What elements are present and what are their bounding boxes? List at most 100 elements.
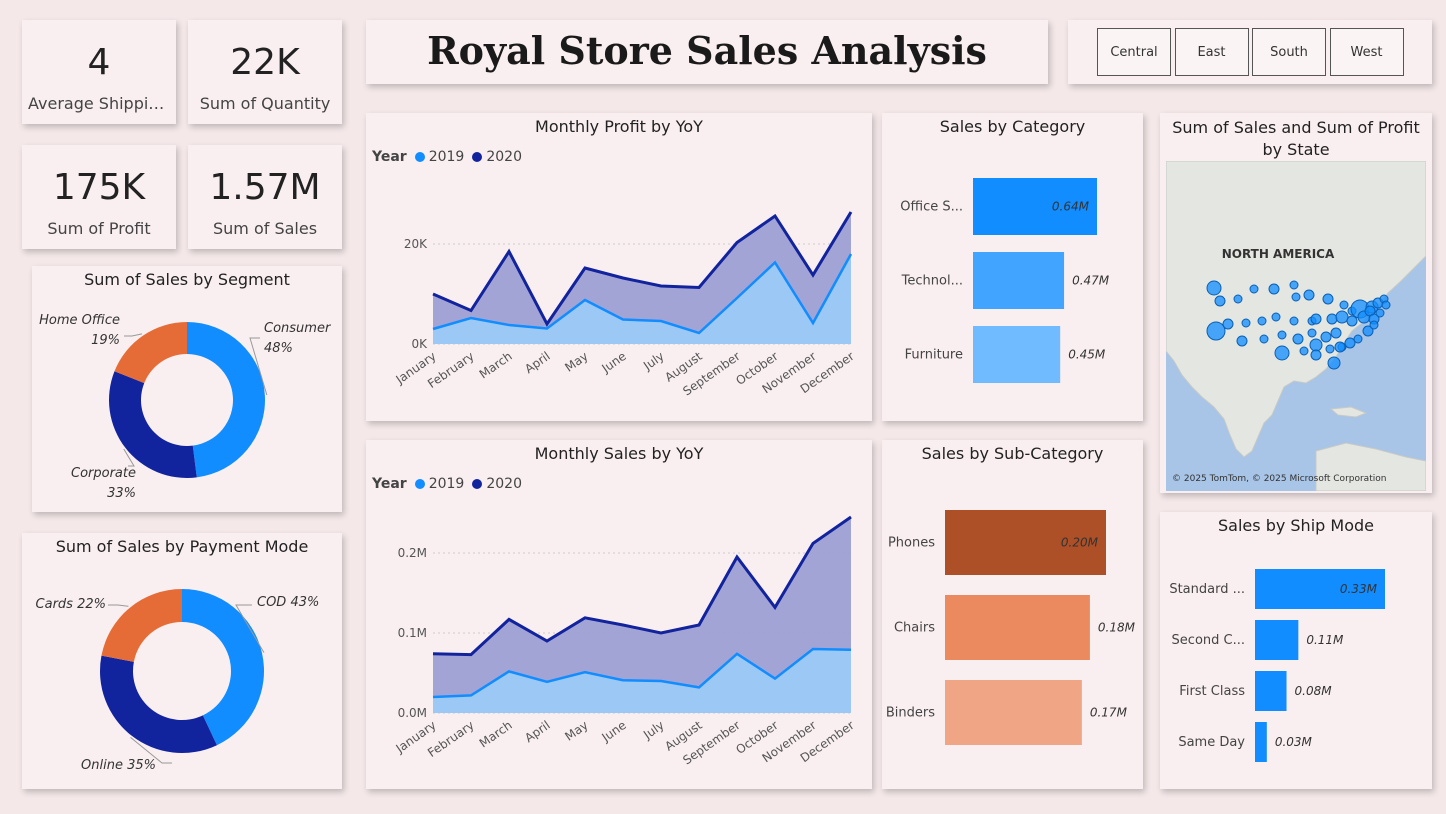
slice-label: Corporate bbox=[71, 466, 136, 481]
x-tick-label: July bbox=[640, 718, 667, 742]
state-bubble[interactable] bbox=[1320, 331, 1332, 343]
state-bubble[interactable] bbox=[1274, 345, 1290, 361]
state-bubble[interactable] bbox=[1369, 320, 1379, 330]
x-tick-label: May bbox=[562, 349, 590, 375]
state-bubble[interactable] bbox=[1339, 300, 1349, 310]
region-slicer: Central East South West bbox=[1068, 20, 1432, 84]
state-bubble[interactable] bbox=[1327, 356, 1341, 370]
x-tick-label: June bbox=[598, 349, 628, 376]
state-bubble[interactable] bbox=[1299, 346, 1309, 356]
kpi-label: Sum of Sales bbox=[212, 219, 318, 238]
x-tick-label: May bbox=[562, 718, 590, 744]
state-bubble[interactable] bbox=[1222, 318, 1234, 330]
leader-line bbox=[124, 333, 143, 337]
state-bubble-map[interactable]: NORTH AMERICA © 2025 TomTom, © 2025 Micr… bbox=[1166, 161, 1426, 491]
kpi-card-sum-profit: 175K Sum of Profit bbox=[22, 145, 176, 249]
state-bubble[interactable] bbox=[1309, 338, 1323, 352]
state-bubble[interactable] bbox=[1214, 295, 1226, 307]
y-tick-label: 0.2M bbox=[398, 546, 427, 560]
bar-value-label: 0.08M bbox=[1295, 684, 1333, 698]
x-tick-label: March bbox=[477, 718, 515, 750]
state-bubble[interactable] bbox=[1257, 316, 1267, 326]
slice-label: Cards 22% bbox=[36, 597, 106, 612]
state-bubble[interactable] bbox=[1381, 300, 1391, 310]
bar[interactable] bbox=[1255, 620, 1299, 660]
bar[interactable] bbox=[973, 252, 1065, 309]
bar[interactable] bbox=[945, 595, 1090, 660]
region-button-east[interactable]: East bbox=[1174, 28, 1249, 76]
bar-value-label: 0.47M bbox=[1072, 274, 1110, 288]
kpi-label: Sum of Quantity bbox=[199, 94, 331, 113]
bar-category-label: Binders bbox=[886, 706, 935, 721]
state-bubble[interactable] bbox=[1291, 292, 1301, 302]
bar-category-label: Phones bbox=[888, 536, 935, 551]
segment-donut-chart[interactable]: Consumer 48% Corporate 33% Home Office 19% bbox=[32, 266, 342, 512]
state-bubble[interactable] bbox=[1206, 280, 1222, 296]
bar[interactable] bbox=[945, 680, 1082, 745]
state-bubble[interactable] bbox=[1310, 313, 1322, 325]
state-bubble[interactable] bbox=[1233, 294, 1243, 304]
state-bubble[interactable] bbox=[1330, 327, 1342, 339]
state-bubble[interactable] bbox=[1375, 308, 1385, 318]
state-bubble[interactable] bbox=[1289, 280, 1299, 290]
donut-slice-corporate[interactable] bbox=[108, 371, 197, 478]
region-button-central[interactable]: Central bbox=[1097, 28, 1171, 76]
state-bubble[interactable] bbox=[1249, 284, 1259, 294]
region-button-west[interactable]: West bbox=[1329, 28, 1404, 76]
bar-category-label: Office S... bbox=[900, 200, 963, 215]
state-bubble[interactable] bbox=[1310, 349, 1322, 361]
bar-category-label: Second C... bbox=[1172, 633, 1245, 648]
state-bubble[interactable] bbox=[1268, 283, 1280, 295]
state-bubble[interactable] bbox=[1344, 337, 1356, 349]
map-region-label: NORTH AMERICA bbox=[1222, 247, 1335, 261]
monthly-sales-chart[interactable]: 0.0M0.1M0.2MJanuaryFebruary March April May… bbox=[366, 440, 872, 789]
monthly-profit-chart[interactable]: 0K20KJanuaryFebruary March April May June Jul… bbox=[366, 113, 872, 421]
subcategory-bar-card: Sales by Sub-Category Phones 0.20M Chairs 0… bbox=[882, 440, 1143, 789]
state-bubble[interactable] bbox=[1334, 341, 1346, 353]
segment-donut-card: Sum of Sales by Segment Consumer 48% Corpo… bbox=[32, 266, 342, 512]
state-bubble[interactable] bbox=[1322, 293, 1334, 305]
state-bubble[interactable] bbox=[1303, 289, 1315, 301]
donut-slice-consumer[interactable] bbox=[187, 322, 266, 478]
state-bubble[interactable] bbox=[1307, 328, 1317, 338]
state-bubble[interactable] bbox=[1289, 316, 1299, 326]
payment-donut-chart[interactable]: COD 43% Online 35% Cards 22% bbox=[22, 533, 342, 789]
state-bubble[interactable] bbox=[1326, 313, 1338, 325]
state-bubble[interactable] bbox=[1353, 334, 1363, 344]
y-tick-label: 0.1M bbox=[398, 626, 427, 640]
region-button-south[interactable]: South bbox=[1252, 28, 1326, 76]
bar[interactable] bbox=[1255, 671, 1287, 711]
state-bubble[interactable] bbox=[1236, 335, 1248, 347]
bar-category-label: Standard ... bbox=[1169, 582, 1245, 597]
kpi-value: 4 bbox=[87, 42, 111, 83]
donut-slice-online[interactable] bbox=[100, 655, 217, 753]
bar-category-label: Furniture bbox=[905, 348, 963, 363]
subcategory-bar-chart[interactable]: Phones 0.20M Chairs 0.18M Binders 0.17M bbox=[882, 440, 1143, 789]
page-title: Royal Store Sales Analysis bbox=[427, 28, 987, 73]
kpi-value: 175K bbox=[52, 167, 146, 208]
shipmode-bar-card: Sales by Ship Mode Standard ... 0.33M Seco… bbox=[1160, 512, 1432, 789]
state-bubble[interactable] bbox=[1335, 310, 1349, 324]
donut-slice-cards[interactable] bbox=[101, 589, 182, 662]
map-attribution: © 2025 TomTom, © 2025 Microsoft Corporat… bbox=[1172, 474, 1386, 484]
state-bubble[interactable] bbox=[1292, 333, 1304, 345]
payment-donut-card: Sum of Sales by Payment Mode COD 43% Onli… bbox=[22, 533, 342, 789]
state-bubble[interactable] bbox=[1325, 344, 1335, 354]
leader-line bbox=[108, 604, 129, 607]
state-bubble[interactable] bbox=[1241, 318, 1251, 328]
state-bubble[interactable] bbox=[1259, 334, 1269, 344]
state-map-card: Sum of Sales and Sum of Profit by State … bbox=[1160, 113, 1432, 493]
bar-value-label: 0.33M bbox=[1340, 582, 1378, 596]
bar[interactable] bbox=[973, 326, 1061, 383]
y-tick-label: 0K bbox=[411, 337, 428, 351]
state-bubble[interactable] bbox=[1346, 315, 1358, 327]
kpi-card-sum-sales: 1.57M Sum of Sales bbox=[188, 145, 342, 249]
bar[interactable] bbox=[1255, 722, 1267, 762]
category-bar-chart[interactable]: Office S... 0.64M Technol... 0.47M Furniture… bbox=[882, 113, 1143, 421]
donut-slice-home-office[interactable] bbox=[114, 322, 187, 384]
shipmode-bar-chart[interactable]: Standard ... 0.33M Second C... 0.11M First C… bbox=[1160, 512, 1432, 789]
state-bubble[interactable] bbox=[1277, 330, 1287, 340]
x-tick-label: April bbox=[522, 349, 553, 376]
state-bubble[interactable] bbox=[1271, 312, 1281, 322]
state-bubble[interactable] bbox=[1206, 321, 1226, 341]
